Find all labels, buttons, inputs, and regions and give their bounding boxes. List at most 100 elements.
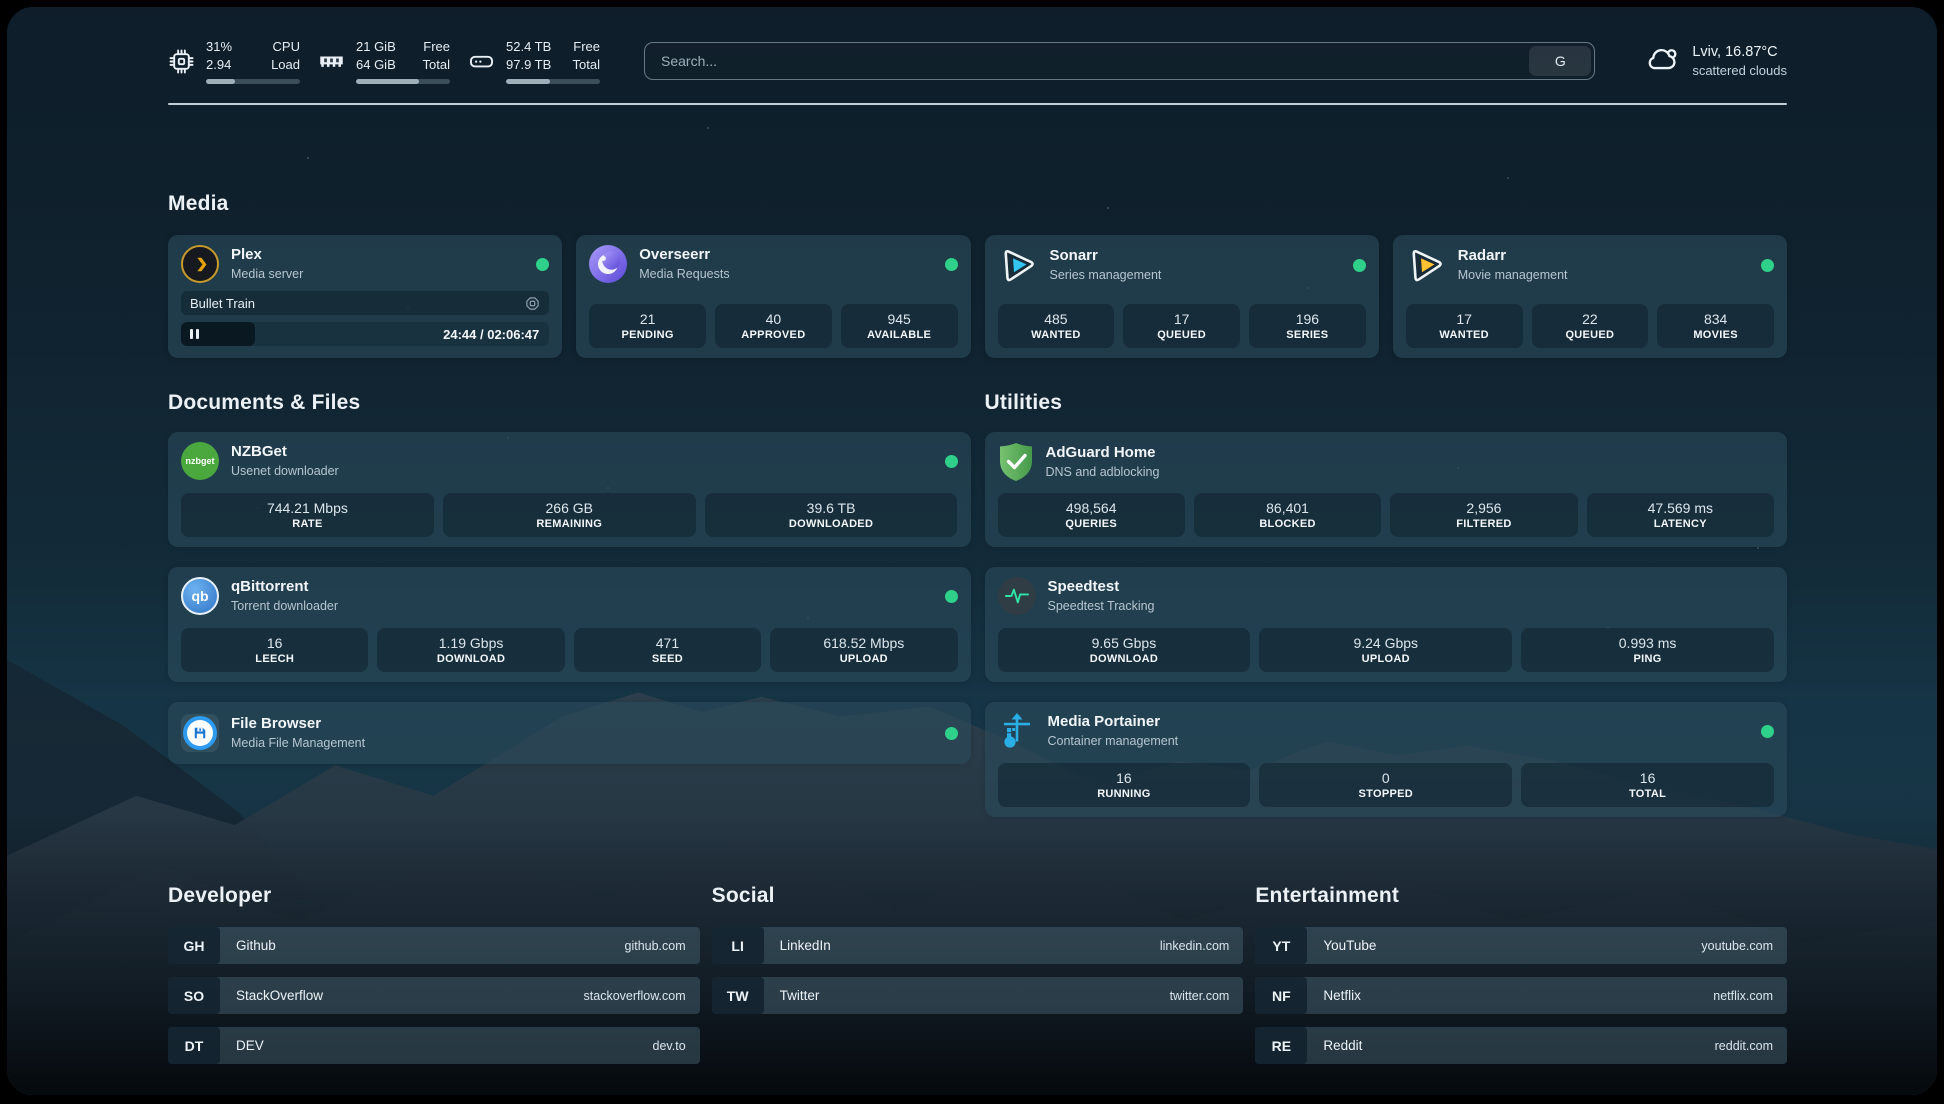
stat-label: SEED — [576, 653, 759, 665]
bookmark-url: youtube.com — [1701, 939, 1773, 953]
bookmark-twitter[interactable]: TW Twitter twitter.com — [712, 977, 1244, 1014]
bookmark-youtube[interactable]: YT YouTube youtube.com — [1255, 927, 1787, 964]
section-title-media: Media — [168, 189, 1787, 219]
hard-drive-icon — [468, 48, 495, 75]
weather-widget: Lviv, 16.87°C scattered clouds — [1643, 40, 1787, 82]
stat-box: 16LEECH — [181, 628, 368, 672]
top-divider — [168, 103, 1787, 105]
stat-box: 744.21 MbpsRATE — [181, 493, 434, 537]
stat-box: 21PENDING — [589, 304, 706, 348]
service-name: qBittorrent — [231, 578, 338, 597]
stat-label: QUEUED — [1534, 329, 1647, 341]
stat-value: 21 — [591, 310, 704, 328]
portainer-crane-icon — [998, 712, 1036, 750]
section-title-documents: Documents & Files — [168, 388, 971, 418]
stat-label: BLOCKED — [1196, 518, 1379, 530]
stat-box: 2,956FILTERED — [1390, 493, 1577, 537]
bookmark-netflix[interactable]: NF Netflix netflix.com — [1255, 977, 1787, 1014]
stat-label: FILTERED — [1392, 518, 1575, 530]
stat-value: 618.52 Mbps — [772, 634, 955, 652]
stat-box: 834MOVIES — [1657, 304, 1774, 348]
service-name: Overseerr — [639, 246, 729, 265]
stat-value: 16 — [183, 634, 366, 652]
search-input[interactable] — [645, 53, 1529, 69]
playback-progress-fill — [181, 322, 255, 346]
service-card-sonarr[interactable]: Sonarr Series management 485WANTED 17QUE… — [985, 235, 1379, 358]
service-subtitle: Speedtest Tracking — [1048, 598, 1155, 614]
status-dot — [1761, 725, 1774, 738]
stat-label: PENDING — [591, 329, 704, 341]
service-card-overseerr[interactable]: Overseerr Media Requests 21PENDING 40APP… — [576, 235, 970, 358]
bookmark-url: stackoverflow.com — [584, 989, 686, 1003]
bookmark-stackoverflow[interactable]: SO StackOverflow stackoverflow.com — [168, 977, 700, 1014]
bookmarks-area: Developer GH Github github.com SO StackO… — [168, 881, 1787, 1064]
stat-box: 47.569 msLATENCY — [1587, 493, 1774, 537]
service-subtitle: Media Requests — [639, 266, 729, 282]
service-card-radarr[interactable]: Radarr Movie management 17WANTED 22QUEUE… — [1393, 235, 1787, 358]
stat-box: 40APPROVED — [715, 304, 832, 348]
stat-box: 0STOPPED — [1259, 763, 1512, 807]
bookmark-abbr: SO — [168, 977, 220, 1014]
playback-progress-bar[interactable]: 24:44 / 02:06:47 — [181, 322, 549, 346]
cloud-icon — [1643, 40, 1680, 82]
stat-value: 2,956 — [1392, 499, 1575, 517]
bookmark-linkedin[interactable]: LI LinkedIn linkedin.com — [712, 927, 1244, 964]
stat-value: 17 — [1408, 310, 1521, 328]
memory-total-label: Total — [423, 56, 450, 74]
service-card-nzbget[interactable]: nzbget NZBGet Usenet downloader 744.21 M… — [168, 432, 971, 547]
bookmark-reddit[interactable]: RE Reddit reddit.com — [1255, 1027, 1787, 1064]
stat-label: SERIES — [1251, 329, 1364, 341]
cpu-label: CPU — [273, 38, 300, 56]
load-label: Load — [271, 56, 300, 74]
service-card-plex[interactable]: Plex Media server Bullet Train — [168, 235, 562, 358]
search-bar[interactable]: G — [644, 42, 1595, 80]
stat-label: UPLOAD — [772, 653, 955, 665]
bookmark-name: Netflix — [1323, 988, 1361, 1003]
stat-label: DOWNLOADED — [707, 518, 956, 530]
stat-label: QUERIES — [1000, 518, 1183, 530]
stat-value: 834 — [1659, 310, 1772, 328]
bookmark-name: StackOverflow — [236, 988, 323, 1003]
bookmark-url: dev.to — [653, 1039, 686, 1053]
service-card-speedtest[interactable]: Speedtest Speedtest Tracking 9.65 GbpsDO… — [985, 567, 1788, 682]
nzbget-icon-text: nzbget — [186, 456, 215, 466]
now-playing-title: Bullet Train — [190, 296, 255, 311]
bookmark-abbr: YT — [1255, 927, 1307, 964]
stream-info-icon[interactable] — [525, 296, 540, 311]
bookmark-dev-to[interactable]: DT DEV dev.to — [168, 1027, 700, 1064]
search-engine-button[interactable]: G — [1529, 46, 1591, 76]
bookmark-abbr: NF — [1255, 977, 1307, 1014]
service-subtitle: Media File Management — [231, 735, 365, 751]
bookmark-name: YouTube — [1323, 938, 1376, 953]
service-subtitle: Media server — [231, 266, 303, 282]
cpu-chip-icon — [168, 48, 195, 75]
service-name: NZBGet — [231, 443, 339, 462]
bookmark-group-title-social: Social — [712, 881, 1244, 911]
bookmark-name: Reddit — [1323, 1038, 1362, 1053]
stat-label: DOWNLOAD — [1000, 653, 1249, 665]
stat-box: 9.65 GbpsDOWNLOAD — [998, 628, 1251, 672]
bookmark-github[interactable]: GH Github github.com — [168, 927, 700, 964]
storage-total-label: Total — [573, 56, 600, 74]
dashboard-screen: 31%CPU 2.94Load 21 GiBFree 64 GiBTotal — [7, 7, 1937, 1095]
service-name: Sonarr — [1050, 247, 1162, 266]
service-card-filebrowser[interactable]: File Browser Media File Management — [168, 702, 971, 764]
pause-icon[interactable] — [190, 329, 199, 339]
stat-value: 744.21 Mbps — [183, 499, 432, 517]
cpu-usage-value: 31% — [206, 38, 232, 56]
stat-box: 9.24 GbpsUPLOAD — [1259, 628, 1512, 672]
bookmark-name: Github — [236, 938, 276, 953]
stat-box: 618.52 MbpsUPLOAD — [770, 628, 957, 672]
playback-time: 24:44 / 02:06:47 — [443, 322, 539, 346]
top-bar: 31%CPU 2.94Load 21 GiBFree 64 GiBTotal — [168, 35, 1787, 87]
stat-label: STOPPED — [1261, 788, 1510, 800]
qbittorrent-icon-text: qb — [191, 588, 208, 604]
service-card-portainer[interactable]: Media Portainer Container management 16R… — [985, 702, 1788, 817]
bookmark-abbr: DT — [168, 1027, 220, 1064]
service-subtitle: Usenet downloader — [231, 463, 339, 479]
bookmark-url: github.com — [625, 939, 686, 953]
stat-box: 17WANTED — [1406, 304, 1523, 348]
stat-value: 16 — [1523, 769, 1772, 787]
service-card-adguard[interactable]: AdGuard Home DNS and adblocking 498,564Q… — [985, 432, 1788, 547]
service-card-qbittorrent[interactable]: qb qBittorrent Torrent downloader 16LEEC… — [168, 567, 971, 682]
